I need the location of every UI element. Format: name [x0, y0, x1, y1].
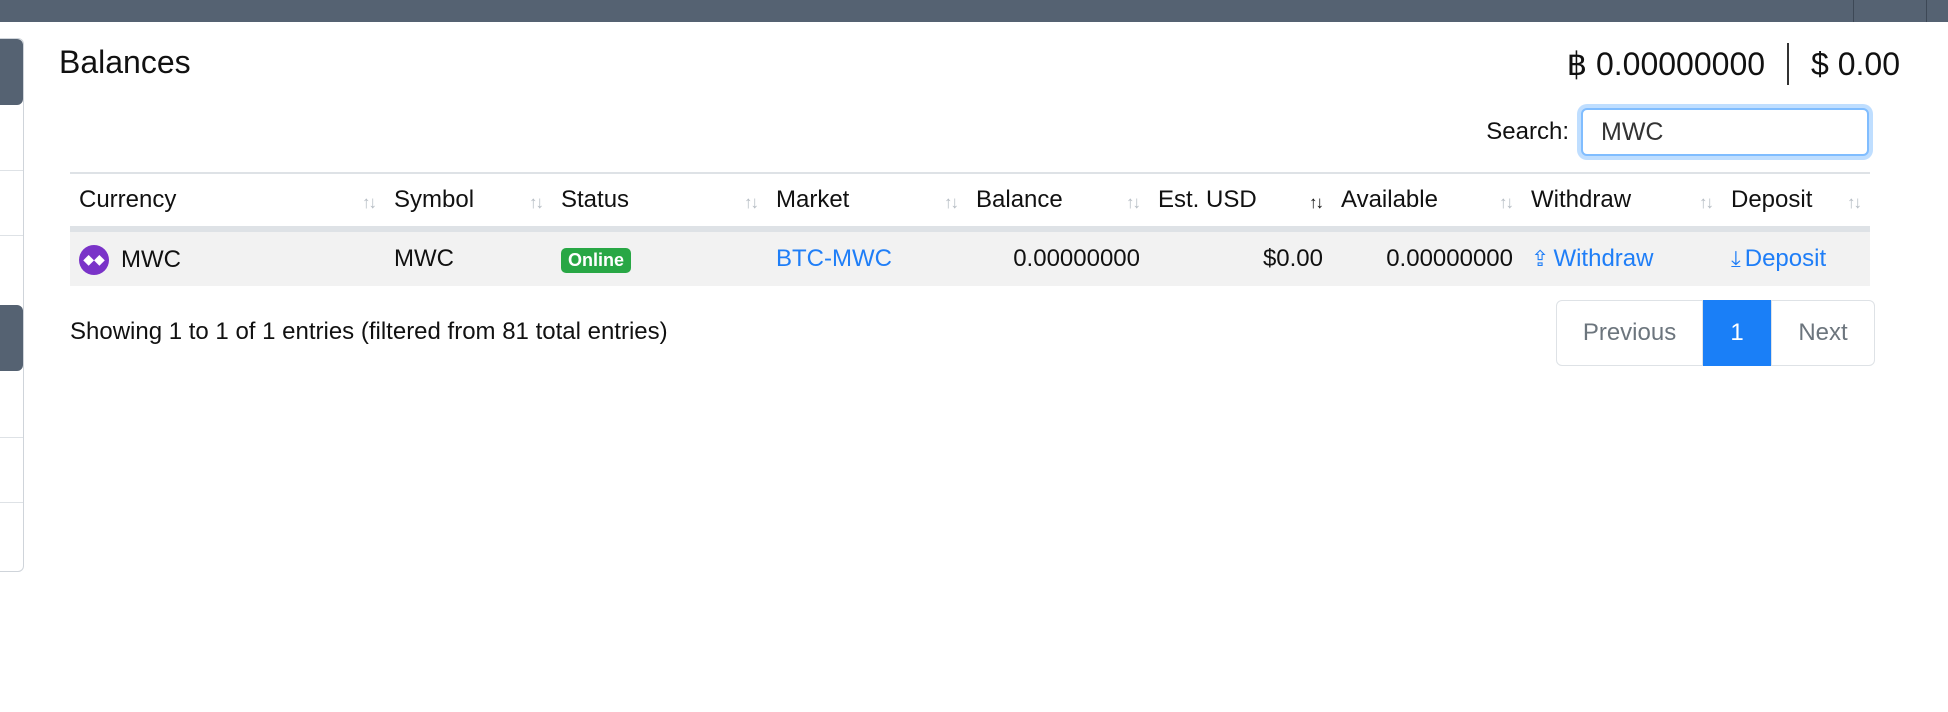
btc-total: ฿ 0.00000000 — [1566, 46, 1766, 82]
side-nav-panel — [0, 38, 24, 572]
search-input[interactable] — [1581, 108, 1869, 156]
sort-icon: ↑↓ — [529, 193, 544, 212]
col-header-symbol[interactable]: Symbol ↑↓ — [385, 172, 552, 232]
side-nav-divider — [0, 170, 23, 171]
deposit-link[interactable]: ⤓ Deposit — [1731, 245, 1826, 272]
sort-icon: ↑↓ — [944, 193, 959, 212]
next-button[interactable]: Next — [1771, 300, 1875, 366]
pagination: Previous 1 Next — [1556, 300, 1875, 366]
cell-status: Online — [552, 229, 767, 286]
cell-deposit: ⤓ Deposit — [1722, 229, 1870, 286]
col-header-available[interactable]: Available ↑↓ — [1332, 172, 1522, 232]
market-link[interactable]: BTC-MWC — [776, 245, 892, 272]
previous-button[interactable]: Previous — [1556, 300, 1703, 366]
cell-balance: 0.00000000 — [967, 229, 1149, 286]
page-title: Balances — [59, 44, 191, 80]
navbar-divider — [1926, 0, 1927, 22]
side-nav-item-active[interactable] — [0, 305, 23, 371]
col-header-status[interactable]: Status ↑↓ — [552, 172, 767, 232]
col-header-balance[interactable]: Balance ↑↓ — [967, 172, 1149, 232]
side-nav-divider — [0, 235, 23, 236]
col-header-withdraw[interactable]: Withdraw ↑↓ — [1522, 172, 1722, 232]
search-label: Search: — [1486, 118, 1569, 145]
cell-market: BTC-MWC — [767, 229, 967, 286]
upload-icon: ⇪ — [1531, 246, 1550, 271]
balances-table: Currency ↑↓ Symbol ↑↓ Status ↑↓ Market ↑↓ Ba… — [70, 172, 1870, 286]
sort-icon: ↑↓ — [744, 193, 759, 212]
navbar-divider — [1853, 0, 1854, 22]
top-navbar — [0, 0, 1948, 22]
sort-desc-icon: ↑↓ — [1309, 193, 1324, 212]
balance-totals: ฿ 0.00000000 $ 0.00 — [1567, 42, 1900, 86]
col-header-est-usd[interactable]: Est. USD ↑↓ — [1149, 172, 1332, 232]
sort-icon: ↑↓ — [1499, 193, 1514, 212]
col-header-currency[interactable]: Currency ↑↓ — [70, 172, 385, 232]
col-header-deposit[interactable]: Deposit ↑↓ — [1722, 172, 1870, 232]
mwc-coin-icon: ◆◆ — [79, 244, 109, 275]
download-icon: ⤓ — [1731, 246, 1741, 271]
table-info: Showing 1 to 1 of 1 entries (filtered fr… — [70, 318, 668, 345]
sort-icon: ↑↓ — [1847, 193, 1862, 212]
search-box: Search: — [1486, 108, 1869, 156]
sort-icon: ↑↓ — [362, 193, 377, 212]
totals-divider — [1787, 43, 1790, 85]
cell-currency: ◆◆ MWC — [70, 229, 385, 286]
usd-total: $ 0.00 — [1811, 45, 1900, 82]
status-badge: Online — [561, 248, 632, 273]
col-header-market[interactable]: Market ↑↓ — [767, 172, 967, 232]
cell-symbol: MWC — [385, 229, 552, 286]
cell-available: 0.00000000 — [1332, 229, 1522, 286]
sort-icon: ↑↓ — [1126, 193, 1141, 212]
side-nav-divider — [0, 437, 23, 438]
cell-withdraw: ⇪ Withdraw — [1522, 229, 1722, 286]
sort-icon: ↑↓ — [1699, 193, 1714, 212]
table-row: ◆◆ MWC MWC Online BTC-MWC 0.00000000 $0.… — [70, 229, 1870, 286]
page-1-button[interactable]: 1 — [1703, 300, 1771, 366]
cell-est-usd: $0.00 — [1149, 229, 1332, 286]
side-nav-item-active[interactable] — [0, 39, 23, 105]
side-nav-divider — [0, 502, 23, 503]
withdraw-link[interactable]: ⇪ Withdraw — [1531, 245, 1653, 272]
